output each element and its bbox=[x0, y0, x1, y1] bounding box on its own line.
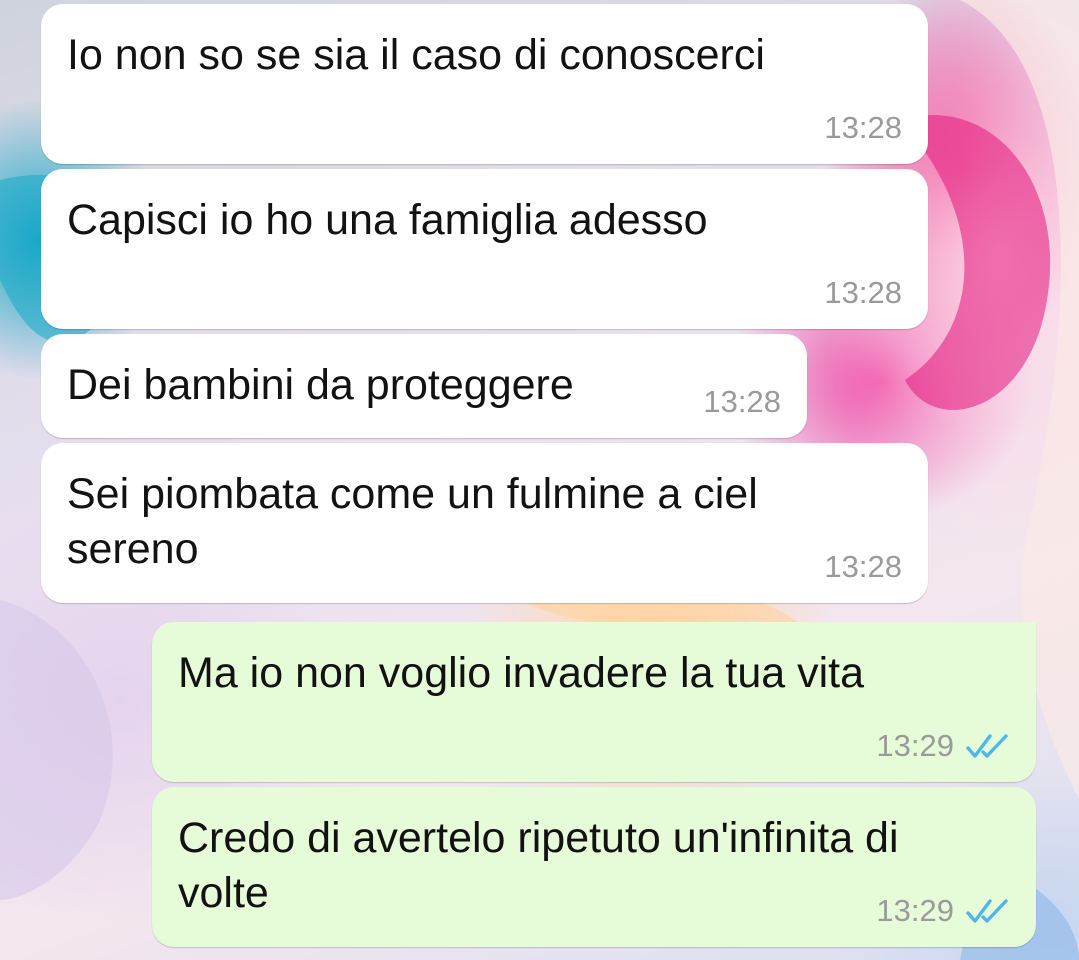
message-timestamp: 13:29 bbox=[876, 728, 954, 763]
message-bubble-outgoing[interactable]: Credo di avertelo ripetuto un'infinita d… bbox=[152, 787, 1036, 947]
message-text: Ma io non voglio invadere la tua vita bbox=[178, 649, 865, 697]
message-meta: 13:28 bbox=[824, 549, 902, 585]
message-timestamp: 13:28 bbox=[824, 275, 902, 310]
message-meta: 13:28 bbox=[703, 384, 781, 420]
message-timestamp: 13:28 bbox=[703, 384, 781, 419]
message-text: Io non so se sia il caso di conoscerci bbox=[67, 31, 765, 79]
double-check-icon bbox=[966, 734, 1008, 758]
message-text: Capisci io ho una famiglia adesso bbox=[67, 196, 708, 244]
message-meta: 13:29 bbox=[876, 893, 1010, 929]
message-timestamp: 13:28 bbox=[824, 549, 902, 584]
message-text: Sei piombata come un fulmine a ciel sere… bbox=[67, 470, 758, 573]
message-meta: 13:28 bbox=[824, 275, 902, 311]
message-meta: 13:28 bbox=[824, 110, 902, 146]
message-timestamp: 13:29 bbox=[876, 893, 954, 928]
message-bubble-outgoing[interactable]: Ma io non voglio invadere la tua vita 13… bbox=[152, 622, 1036, 782]
message-bubble-incoming[interactable]: Capisci io ho una famiglia adesso 13:28 bbox=[41, 169, 928, 329]
message-text: Dei bambini da proteggere bbox=[67, 361, 574, 409]
double-check-icon bbox=[966, 899, 1008, 923]
message-bubble-incoming[interactable]: Io non so se sia il caso di conoscerci 1… bbox=[41, 4, 928, 164]
message-bubble-incoming[interactable]: Sei piombata come un fulmine a ciel sere… bbox=[41, 443, 928, 603]
message-bubble-incoming[interactable]: Dei bambini da proteggere 13:28 bbox=[41, 334, 807, 438]
message-meta: 13:29 bbox=[876, 728, 1010, 764]
message-timestamp: 13:28 bbox=[824, 110, 902, 145]
